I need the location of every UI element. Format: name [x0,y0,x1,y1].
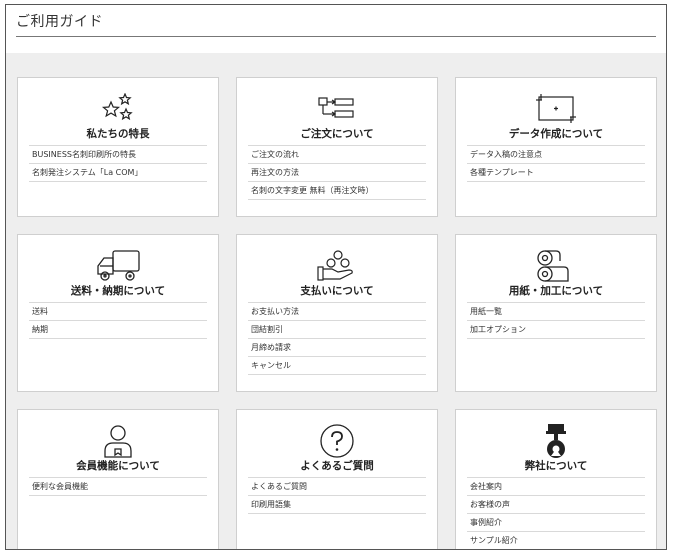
link-samples[interactable]: サンプル紹介 [467,532,645,549]
payment-hand-icon [237,249,437,283]
card-title: 用紙・加工について [508,285,604,297]
card-title: ご注文について [300,128,374,140]
link-company-info[interactable]: 会社案内 [467,478,645,496]
member-icon [18,424,218,458]
card-title: データ作成について [508,128,604,140]
link-text-change-free[interactable]: 名刺の文字変更 無料（再注文時） [248,182,426,200]
question-icon [237,424,437,458]
link-paper-list[interactable]: 用紙一覧 [467,303,645,321]
company-icon [456,424,656,458]
link-order-flow[interactable]: ご注文の流れ [248,146,426,164]
link-list: 送料 納期 [29,302,207,339]
link-payment-method[interactable]: お支払い方法 [248,303,426,321]
card-title: 送料・納期について [70,285,166,297]
link-templates[interactable]: 各種テンプレート [467,164,645,182]
link-list: ご注文の流れ 再注文の方法 名刺の文字変更 無料（再注文時） [248,145,426,200]
paper-rolls-icon [456,249,656,283]
card-ordering: ご注文について ご注文の流れ 再注文の方法 名刺の文字変更 無料（再注文時） [236,77,438,217]
card-shipping: 送料・納期について 送料 納期 [17,234,219,392]
link-member-features[interactable]: 便利な会員機能 [29,478,207,496]
link-group-discount[interactable]: 団結割引 [248,321,426,339]
card-title: 私たちの特長 [86,128,150,140]
link-business-features[interactable]: BUSINESS名刺印刷所の特長 [29,146,207,164]
order-flow-icon [237,92,437,126]
page-title: ご利用ガイド [16,14,103,30]
card-title: よくあるご質問 [300,460,374,472]
guide-window: ご利用ガイド 私たちの特長 BUSINESS名刺印刷所の特長 名刺発注システム「… [5,4,667,550]
card-title: 弊社について [524,460,588,472]
title-divider [16,36,656,37]
card-payment: 支払いについて お支払い方法 団結割引 月締め請求 キャンセル [236,234,438,392]
link-shipping-fee[interactable]: 送料 [29,303,207,321]
stars-icon [18,92,218,126]
link-glossary[interactable]: 印刷用語集 [248,496,426,514]
card-features: 私たちの特長 BUSINESS名刺印刷所の特長 名刺発注システム「La COM」 [17,77,219,217]
link-lacom-system[interactable]: 名刺発注システム「La COM」 [29,164,207,182]
card-faq: よくあるご質問 よくあるご質問 印刷用語集 [236,409,438,549]
link-list: お支払い方法 団結割引 月締め請求 キャンセル [248,302,426,375]
link-list: BUSINESS名刺印刷所の特長 名刺発注システム「La COM」 [29,145,207,182]
link-delivery-time[interactable]: 納期 [29,321,207,339]
data-frame-icon [456,92,656,126]
guide-grid: 私たちの特長 BUSINESS名刺印刷所の特長 名刺発注システム「La COM」 [6,53,666,549]
truck-icon [18,249,218,283]
link-list: 会社案内 お客様の声 事例紹介 サンプル紹介 [467,477,645,549]
card-data-creation: データ作成について データ入稿の注意点 各種テンプレート [455,77,657,217]
link-processing-options[interactable]: 加工オプション [467,321,645,339]
link-faq[interactable]: よくあるご質問 [248,478,426,496]
link-list: 便利な会員機能 [29,477,207,496]
link-cancel[interactable]: キャンセル [248,357,426,375]
card-paper: 用紙・加工について 用紙一覧 加工オプション [455,234,657,392]
card-company: 弊社について 会社案内 お客様の声 事例紹介 サンプル紹介 [455,409,657,549]
link-monthly-billing[interactable]: 月締め請求 [248,339,426,357]
card-title: 会員機能について [76,460,160,472]
card-member: 会員機能について 便利な会員機能 [17,409,219,549]
card-title: 支払いについて [300,285,374,297]
link-list: よくあるご質問 印刷用語集 [248,477,426,514]
link-reorder-method[interactable]: 再注文の方法 [248,164,426,182]
link-case-studies[interactable]: 事例紹介 [467,514,645,532]
link-data-notes[interactable]: データ入稿の注意点 [467,146,645,164]
link-customer-voices[interactable]: お客様の声 [467,496,645,514]
link-list: データ入稿の注意点 各種テンプレート [467,145,645,182]
link-list: 用紙一覧 加工オプション [467,302,645,339]
